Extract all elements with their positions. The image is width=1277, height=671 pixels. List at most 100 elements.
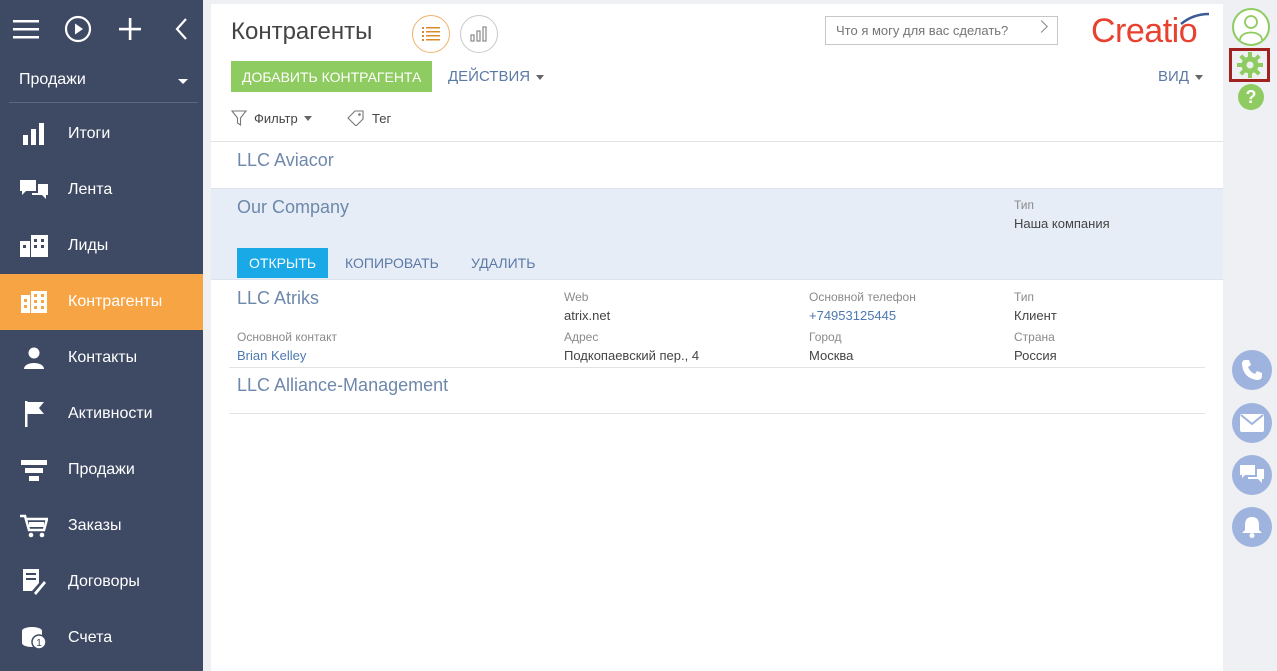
sidebar-nav: Итоги Лента Лиды Контрагенты Контакты Ак… (0, 106, 203, 666)
section-selector[interactable]: Продажи (9, 58, 198, 103)
sidebar-item-label: Заказы (68, 517, 122, 534)
help-button[interactable]: ? (1238, 84, 1264, 110)
list-item[interactable]: LLC Atriks Web atrix.net Основной телефо… (211, 281, 1223, 367)
sidebar-item-orders[interactable]: Заказы (0, 498, 203, 554)
list-item[interactable]: LLC Aviacor (211, 142, 1223, 188)
menu-icon[interactable] (10, 12, 42, 46)
plus-icon[interactable] (114, 12, 146, 46)
sidebar: Продажи Итоги Лента Лиды Контрагенты Кон… (0, 0, 203, 671)
delete-button[interactable]: УДАЛИТЬ (471, 255, 535, 271)
sidebar-item-feed[interactable]: Лента (0, 162, 203, 218)
chat-bubbles-icon (1240, 465, 1264, 483)
type-value: Клиент (1014, 308, 1057, 323)
sidebar-item-contracts[interactable]: Договоры (0, 554, 203, 610)
section-selector-label: Продажи (19, 71, 86, 88)
command-line-input[interactable] (825, 16, 1058, 45)
bell-icon (1242, 517, 1262, 538)
contact-link[interactable]: Brian Kelley (237, 348, 306, 363)
account-name[interactable]: Our Company (237, 197, 349, 218)
cart-icon (20, 514, 48, 538)
chevron-down-icon (536, 74, 545, 80)
view-menu-button[interactable]: ВИД (1158, 68, 1203, 85)
filter-funnel-icon (231, 110, 247, 126)
call-button[interactable] (1232, 350, 1272, 390)
sidebar-item-label: Счета (68, 629, 113, 646)
type-value: Наша компания (1014, 216, 1110, 231)
city-caption: Город (809, 330, 842, 344)
sidebar-item-label: Итоги (68, 125, 111, 142)
right-bar: ? (1223, 0, 1277, 671)
bar-chart-icon (20, 122, 48, 146)
actions-label: ДЕЙСТВИЯ (448, 68, 531, 85)
add-account-button[interactable]: ДОБАВИТЬ КОНТРАГЕНТА (231, 61, 433, 92)
phone-caption: Основной телефон (809, 290, 916, 304)
phone-link[interactable]: +74953125445 (809, 308, 896, 323)
play-icon[interactable] (62, 12, 94, 46)
user-icon (1239, 15, 1263, 41)
svg-text:1: 1 (36, 638, 42, 649)
city-value: Москва (809, 348, 854, 363)
sidebar-item-label: Договоры (68, 573, 140, 590)
country-caption: Страна (1014, 330, 1055, 344)
chevron-down-icon (303, 115, 312, 121)
account-name[interactable]: LLC Atriks (237, 288, 319, 309)
open-button[interactable]: ОТКРЫТЬ (237, 248, 329, 278)
coins-icon: 1 (20, 626, 48, 650)
sidebar-item-label: Продажи (68, 461, 135, 478)
list-icon (422, 27, 440, 41)
person-icon (20, 346, 48, 370)
question-mark-icon: ? (1245, 86, 1257, 107)
sidebar-item-accounts[interactable]: Контрагенты (0, 274, 203, 330)
envelope-icon (1240, 414, 1264, 432)
country-value: Россия (1014, 348, 1057, 363)
list-view-button[interactable] (412, 15, 450, 53)
phone-icon (1242, 360, 1262, 380)
funnel-icon (20, 458, 48, 482)
avatar[interactable] (1232, 8, 1270, 46)
web-value: atrix.net (564, 308, 611, 323)
sidebar-topbar (0, 0, 203, 58)
address-caption: Адрес (564, 330, 599, 344)
sidebar-item-label: Контакты (68, 349, 138, 366)
email-button[interactable] (1232, 403, 1272, 443)
sidebar-item-leads[interactable]: Лиды (0, 218, 203, 274)
page-title: Контрагенты (231, 18, 373, 45)
chat-bubbles-icon (20, 178, 48, 202)
sidebar-item-totals[interactable]: Итоги (0, 106, 203, 162)
sidebar-item-contacts[interactable]: Контакты (0, 330, 203, 386)
filter-button[interactable]: Фильтр (231, 110, 312, 126)
account-name[interactable]: LLC Alliance-Management (237, 375, 448, 396)
sidebar-item-invoices[interactable]: 1 Счета (0, 610, 203, 666)
list-item[interactable]: LLC Alliance-Management (211, 368, 1223, 413)
flag-icon (20, 401, 48, 427)
chevron-down-icon (178, 79, 188, 84)
building-icon (20, 290, 48, 314)
sidebar-item-activities[interactable]: Активности (0, 386, 203, 442)
system-settings-button[interactable] (1229, 48, 1270, 82)
chevron-down-icon (1195, 74, 1203, 80)
chat-button[interactable] (1232, 455, 1272, 495)
main-panel: Контрагенты Creatio ДОБАВИТЬ КОНТРАГЕНТА… (211, 4, 1223, 671)
logo-swoosh-icon (1180, 12, 1210, 25)
type-caption: Тип (1014, 290, 1035, 304)
gear-icon (1236, 52, 1263, 78)
tag-icon (347, 110, 364, 126)
sidebar-item-label: Лиды (68, 237, 109, 254)
contract-icon (20, 569, 48, 595)
view-label: ВИД (1158, 68, 1189, 85)
analytics-view-button[interactable] (460, 15, 498, 53)
leads-icon (20, 234, 48, 258)
tag-button[interactable]: Тег (347, 110, 391, 126)
account-name[interactable]: LLC Aviacor (237, 150, 334, 171)
copy-button[interactable]: КОПИРОВАТЬ (345, 255, 439, 271)
collapse-chevron-icon[interactable] (165, 12, 197, 46)
web-caption: Web (564, 290, 589, 304)
address-value: Подкопаевский пер., 4 (564, 348, 700, 363)
sidebar-item-label: Контрагенты (68, 293, 163, 310)
notifications-button[interactable] (1232, 507, 1272, 547)
list-item-selected[interactable]: Our Company Тип Наша компания ОТКРЫТЬ КО… (211, 188, 1223, 280)
sidebar-item-opportunities[interactable]: Продажи (0, 442, 203, 498)
bar-chart-icon (470, 26, 487, 42)
tag-label: Тег (372, 110, 392, 126)
actions-menu-button[interactable]: ДЕЙСТВИЯ (448, 68, 545, 85)
